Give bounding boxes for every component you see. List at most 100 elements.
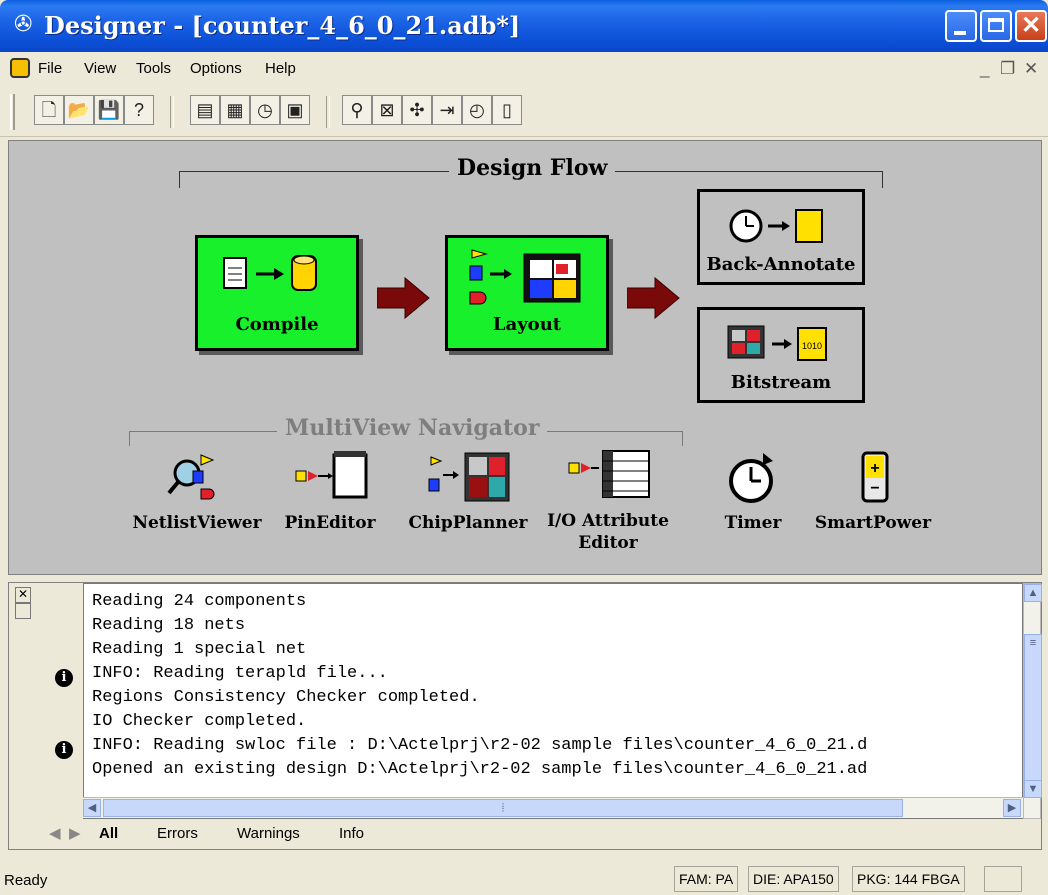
- pin-editor-icon: [295, 451, 368, 499]
- menu-help[interactable]: Help: [265, 60, 296, 77]
- bitstream-label: Bitstream: [730, 372, 832, 393]
- designer-app-icon[interactable]: ✇: [14, 12, 38, 36]
- pin-editor-button[interactable]: PinEditor: [275, 449, 385, 534]
- flow-arrow-icon: [626, 276, 681, 325]
- smartpower-button[interactable]: + − SmartPower: [813, 449, 933, 534]
- menu-view[interactable]: View: [84, 60, 116, 77]
- scroll-thumb[interactable]: ≡: [1024, 634, 1042, 784]
- io-attribute-icon[interactable]: ⇥: [432, 95, 462, 125]
- menu-tools[interactable]: Tools: [136, 60, 171, 77]
- menu-bar: File View Tools Options Help _ ❐ ✕: [0, 54, 1048, 84]
- io-attribute-label-line2: Editor: [578, 533, 638, 553]
- open-icon[interactable]: 📂: [64, 95, 94, 125]
- info-icon: i: [55, 669, 73, 687]
- status-die: DIE: APA150: [748, 866, 839, 892]
- chip-planner-label: ChipPlanner: [408, 513, 528, 533]
- layout-step[interactable]: Layout: [445, 235, 609, 351]
- log-gutter: ✕ i i: [9, 583, 81, 821]
- log-line: Opened an existing design D:\Actelprj\r2…: [92, 760, 868, 779]
- log-line: INFO: Reading swloc file : D:\Actelprj\r…: [92, 736, 868, 755]
- log-output[interactable]: Reading 24 components Reading 18 nets Re…: [83, 583, 1023, 819]
- log-line: Reading 18 nets: [92, 616, 246, 635]
- minimize-button[interactable]: [945, 10, 977, 42]
- timer-icon: [729, 453, 773, 503]
- log-line: IO Checker completed.: [92, 712, 307, 731]
- smartpower-icon: + −: [861, 451, 889, 503]
- smartpower-label: SmartPower: [814, 513, 932, 533]
- status-bar: Ready FAM: PA DIE: APA150 PKG: 144 FBGA: [0, 862, 1048, 895]
- toolbar-grip[interactable]: [10, 94, 15, 130]
- back-annotate-label: Back-Annotate: [706, 254, 856, 275]
- io-attribute-icon: [568, 450, 650, 498]
- io-attribute-editor-button[interactable]: I/O Attribute Editor: [543, 447, 673, 554]
- log-line: Regions Consistency Checker completed.: [92, 688, 480, 707]
- toolbar-separator: [326, 96, 330, 128]
- back-annotate-icon: [729, 209, 823, 243]
- timer-tool-icon[interactable]: ◷: [250, 95, 280, 125]
- timer-icon[interactable]: ◴: [462, 95, 492, 125]
- help-icon[interactable]: ?: [124, 95, 154, 125]
- minimize-icon: [954, 31, 966, 35]
- scroll-left-icon[interactable]: ◀: [83, 799, 101, 817]
- pin-editor-icon[interactable]: ⊠: [372, 95, 402, 125]
- tab-scroll-left-icon[interactable]: ◀: [49, 821, 61, 847]
- flow-arrow-icon: [376, 276, 431, 325]
- new-icon[interactable]: 🗋: [34, 95, 64, 125]
- log-horizontal-scrollbar[interactable]: ◀ ⦙ ▶: [83, 797, 1023, 818]
- log-vertical-scrollbar[interactable]: ▲ ≡ ▼: [1023, 583, 1042, 819]
- window-title: Designer - [counter_4_6_0_21.adb*]: [44, 11, 521, 40]
- bitstream-glyph: 1010: [802, 341, 822, 351]
- toolbar-separator: [170, 96, 174, 128]
- netlist-viewer-label: NetlistViewer: [132, 513, 262, 533]
- document-icon[interactable]: [10, 58, 30, 78]
- log-panel: ✕ i i Reading 24 components Reading 18 n…: [8, 582, 1042, 850]
- save-icon[interactable]: 💾: [94, 95, 124, 125]
- bitstream-icon[interactable]: ▣: [280, 95, 310, 125]
- layout-icon: [469, 249, 581, 305]
- layout-icon[interactable]: ▦: [220, 95, 250, 125]
- log-tabs: ◀ ▶ All Errors Warnings Info: [9, 821, 1043, 849]
- close-button[interactable]: ✕: [1015, 10, 1047, 42]
- mdi-close-icon[interactable]: ✕: [1024, 59, 1038, 79]
- maximize-icon: [988, 18, 1004, 32]
- netlist-viewer-icon: [167, 454, 215, 500]
- back-annotate-button[interactable]: Back-Annotate: [697, 189, 865, 285]
- mdi-minimize-icon[interactable]: _: [980, 59, 989, 79]
- chip-planner-icon[interactable]: ✣: [402, 95, 432, 125]
- design-flow-title: Design Flow: [449, 155, 616, 181]
- scroll-right-icon[interactable]: ▶: [1003, 799, 1021, 817]
- tab-warnings[interactable]: Warnings: [237, 821, 300, 847]
- close-log-icon[interactable]: ✕: [15, 587, 31, 603]
- netlist-viewer-button[interactable]: NetlistViewer: [129, 449, 265, 534]
- designer-window: ✇ Designer - [counter_4_6_0_21.adb*] ✕ F…: [0, 0, 1048, 895]
- scroll-down-icon[interactable]: ▼: [1024, 780, 1042, 798]
- compile-step[interactable]: Compile: [195, 235, 359, 351]
- scroll-up-icon[interactable]: ▲: [1024, 584, 1042, 602]
- layout-label: Layout: [492, 314, 562, 335]
- maximize-button[interactable]: [980, 10, 1012, 42]
- log-grip[interactable]: [15, 603, 31, 619]
- tab-scroll-right-icon[interactable]: ▶: [69, 821, 81, 847]
- timer-label: Timer: [724, 513, 782, 533]
- h-scroll-thumb[interactable]: ⦙: [103, 799, 903, 817]
- status-empty-cell: [984, 866, 1022, 892]
- compile-label: Compile: [235, 314, 319, 335]
- bitstream-button[interactable]: 1010 Bitstream: [697, 307, 865, 403]
- tab-errors[interactable]: Errors: [157, 821, 198, 847]
- menu-file[interactable]: File: [38, 60, 62, 77]
- chip-planner-button[interactable]: ChipPlanner: [403, 449, 533, 534]
- compile-icon[interactable]: ▤: [190, 95, 220, 125]
- title-bar[interactable]: ✇ Designer - [counter_4_6_0_21.adb*] ✕: [0, 0, 1048, 52]
- status-package: PKG: 144 FBGA: [852, 866, 965, 892]
- log-line: Reading 24 components: [92, 592, 307, 611]
- smartpower-icon[interactable]: ▯: [492, 95, 522, 125]
- bitstream-icon: 1010: [727, 325, 827, 361]
- timer-button[interactable]: Timer: [713, 449, 793, 534]
- io-attribute-label: I/O Attribute: [547, 511, 669, 531]
- tab-all[interactable]: All: [99, 821, 118, 847]
- tab-info[interactable]: Info: [339, 821, 364, 847]
- menu-options[interactable]: Options: [190, 60, 242, 77]
- netlist-viewer-icon[interactable]: ⚲: [342, 95, 372, 125]
- mdi-restore-icon[interactable]: ❐: [1000, 59, 1015, 79]
- svg-text:+: +: [870, 460, 879, 477]
